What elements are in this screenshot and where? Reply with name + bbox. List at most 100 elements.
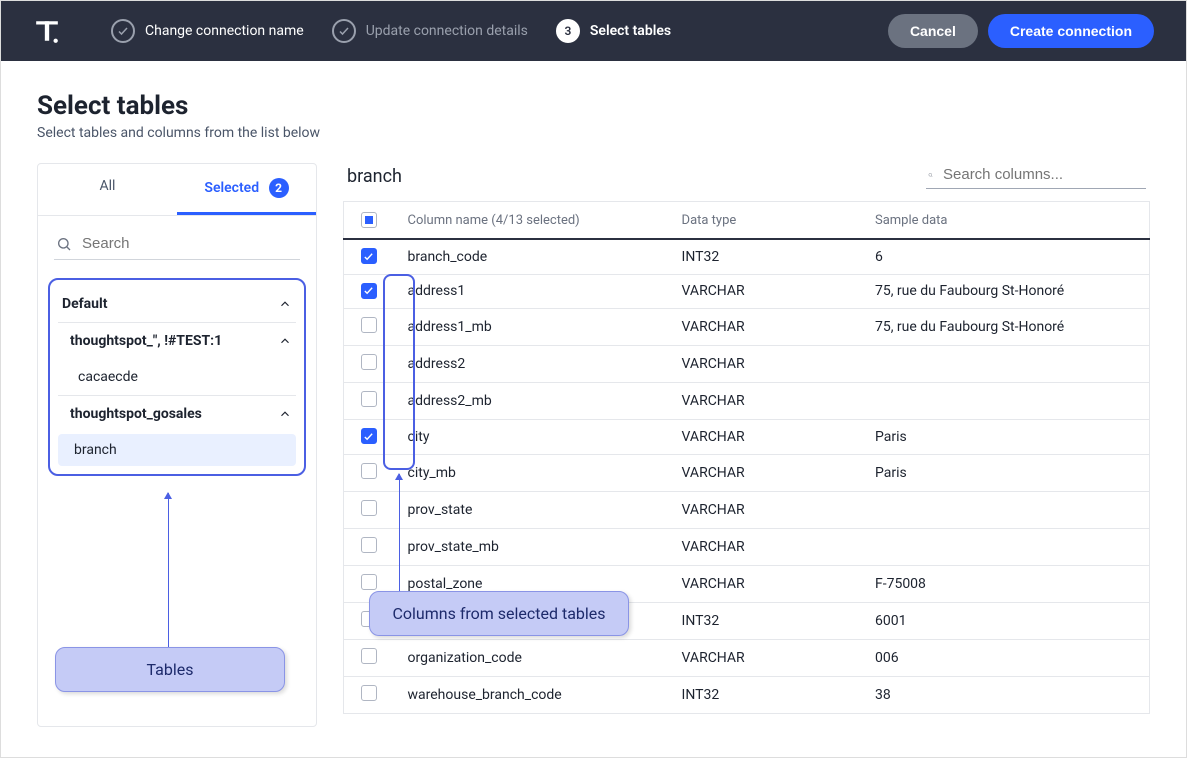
top-bar: Change connection name Update connection… (1, 1, 1186, 61)
cell-type: VARCHAR (668, 639, 861, 676)
cell-sample (861, 383, 1150, 420)
tree-label: Default (62, 296, 107, 312)
table-row: cityVARCHARParis (344, 420, 1150, 455)
table-search[interactable] (54, 230, 300, 260)
cell-name: address1 (394, 274, 668, 309)
wizard-steps: Change connection name Update connection… (111, 19, 878, 43)
cell-type: VARCHAR (668, 454, 861, 491)
col-header-type[interactable]: Data type (668, 202, 861, 240)
tree-table-cacaecde[interactable]: cacaecde (50, 359, 304, 395)
page-subtitle: Select tables and columns from the list … (37, 125, 1150, 141)
cell-sample: 38 (861, 676, 1150, 713)
tables-tree-highlight: Default thoughtspot_", !#TEST:1 cacaecde (48, 278, 306, 476)
tables-panel: All Selected 2 Default (37, 163, 317, 727)
app-logo (33, 17, 61, 45)
chevron-up-icon (278, 297, 292, 311)
cell-name: city (394, 420, 668, 455)
column-search-input[interactable] (941, 165, 1144, 184)
cancel-button[interactable]: Cancel (888, 14, 978, 48)
cell-type: INT32 (668, 602, 861, 639)
step-label: Update connection details (366, 23, 528, 39)
step-number: 3 (556, 19, 580, 43)
selected-count-badge: 2 (269, 178, 289, 198)
cell-name: prov_state (394, 491, 668, 528)
cell-sample (861, 528, 1150, 565)
cell-sample: 006 (861, 639, 1150, 676)
column-checkbox[interactable] (361, 500, 377, 516)
tab-all[interactable]: All (38, 164, 177, 215)
cell-type: VARCHAR (668, 309, 861, 346)
create-connection-button[interactable]: Create connection (988, 14, 1154, 48)
tree-label: branch (74, 442, 117, 458)
column-checkbox[interactable] (361, 391, 377, 407)
cell-type: VARCHAR (668, 346, 861, 383)
column-checkbox[interactable] (361, 685, 377, 701)
column-checkbox[interactable] (361, 317, 377, 333)
column-checkbox[interactable] (361, 537, 377, 553)
select-all-checkbox[interactable] (361, 212, 377, 228)
col-header-sample[interactable]: Sample data (861, 202, 1150, 240)
cell-type: VARCHAR (668, 420, 861, 455)
cell-type: VARCHAR (668, 528, 861, 565)
check-icon (111, 19, 135, 43)
table-row: organization_codeVARCHAR006 (344, 639, 1150, 676)
column-checkbox[interactable] (361, 463, 377, 479)
step-change-name[interactable]: Change connection name (111, 19, 304, 43)
table-row: address1VARCHAR75, rue du Faubourg St-Ho… (344, 274, 1150, 309)
tree-table-branch[interactable]: branch (58, 434, 296, 466)
cell-type: VARCHAR (668, 491, 861, 528)
cell-sample (861, 346, 1150, 383)
table-row: address2_mbVARCHAR (344, 383, 1150, 420)
column-checkbox[interactable] (361, 283, 377, 299)
column-checkbox[interactable] (361, 574, 377, 590)
step-update-details[interactable]: Update connection details (332, 19, 528, 43)
cell-name: organization_code (394, 639, 668, 676)
cell-name: warehouse_branch_code (394, 676, 668, 713)
cell-type: VARCHAR (668, 383, 861, 420)
column-search[interactable] (926, 163, 1146, 189)
cell-name: branch_code (394, 239, 668, 274)
check-icon (332, 19, 356, 43)
columns-table: Column name (4/13 selected) Data type Sa… (343, 201, 1150, 714)
chevron-up-icon (278, 407, 292, 421)
annotation-tables: Tables (55, 647, 285, 692)
cell-name: address2_mb (394, 383, 668, 420)
tree-label: thoughtspot_gosales (70, 406, 202, 422)
cell-sample: F-75008 (861, 565, 1150, 602)
cell-name: prov_state_mb (394, 528, 668, 565)
search-icon (928, 167, 933, 183)
cell-name: city_mb (394, 454, 668, 491)
cell-sample: 6 (861, 239, 1150, 274)
tab-selected[interactable]: Selected 2 (177, 164, 316, 215)
cell-type: VARCHAR (668, 274, 861, 309)
col-header-name[interactable]: Column name (4/13 selected) (394, 202, 668, 240)
annotation-arrow (399, 474, 400, 592)
cell-name: address1_mb (394, 309, 668, 346)
columns-table-title: branch (347, 166, 402, 187)
cell-sample: Paris (861, 420, 1150, 455)
tree-label: thoughtspot_", !#TEST:1 (70, 333, 222, 349)
page-title: Select tables (37, 91, 1150, 121)
column-checkbox[interactable] (361, 648, 377, 664)
table-row: branch_codeINT326 (344, 239, 1150, 274)
cell-sample (861, 491, 1150, 528)
annotation-columns: Columns from selected tables (369, 591, 629, 636)
column-checkbox[interactable] (361, 354, 377, 370)
column-checkbox[interactable] (361, 428, 377, 444)
chevron-up-icon (278, 334, 292, 348)
tree-group-test[interactable]: thoughtspot_", !#TEST:1 (50, 323, 304, 359)
step-select-tables[interactable]: 3 Select tables (556, 19, 671, 43)
column-checkbox[interactable] (361, 248, 377, 264)
table-row: address2VARCHAR (344, 346, 1150, 383)
step-label: Select tables (590, 23, 671, 39)
cell-sample: 75, rue du Faubourg St-Honoré (861, 274, 1150, 309)
cell-type: INT32 (668, 239, 861, 274)
tree-label: cacaecde (78, 369, 138, 385)
cell-name: address2 (394, 346, 668, 383)
cell-type: INT32 (668, 676, 861, 713)
tree-group-gosales[interactable]: thoughtspot_gosales (50, 396, 304, 432)
table-search-input[interactable] (80, 234, 298, 253)
table-row: warehouse_branch_codeINT3238 (344, 676, 1150, 713)
cell-sample: Paris (861, 454, 1150, 491)
tree-root-default[interactable]: Default (50, 286, 304, 322)
